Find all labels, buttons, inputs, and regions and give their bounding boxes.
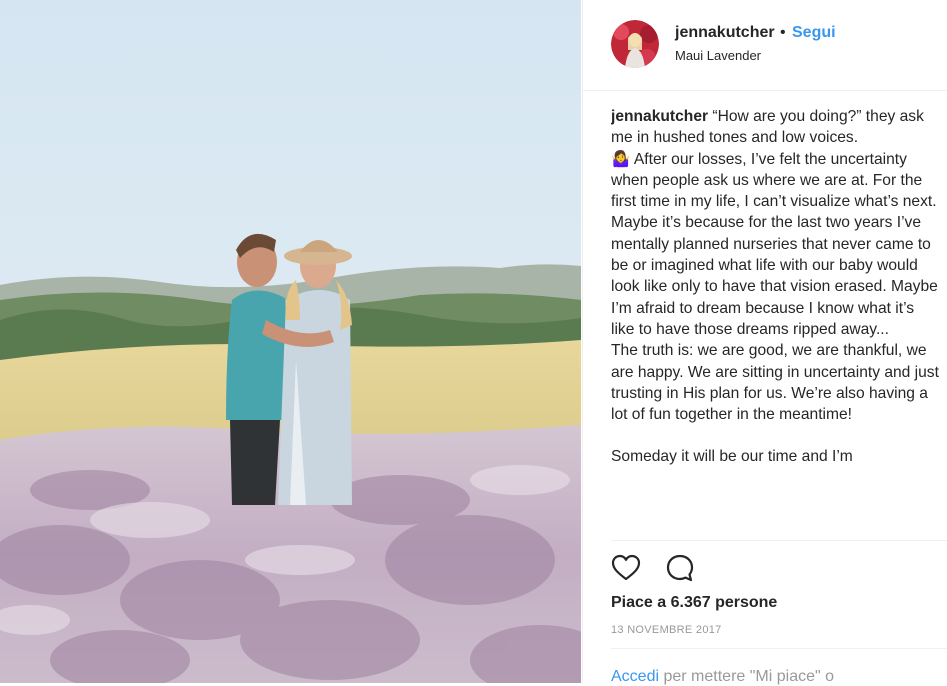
location-link[interactable]: Maui Lavender: [675, 48, 761, 63]
username-link[interactable]: jennakutcher: [675, 24, 775, 42]
caption-paragraph: 🤷‍♀️ After our losses, I’ve felt the unc…: [611, 150, 937, 211]
lavender-field-photo: [0, 0, 581, 683]
divider: [611, 540, 947, 541]
post-photo[interactable]: [0, 0, 581, 683]
separator-dot: •: [780, 24, 786, 41]
likes-count[interactable]: Piace a 6.367 persone: [611, 594, 777, 612]
post-header: jennakutcher • Segui Maui Lavender: [583, 0, 947, 91]
caption-username[interactable]: jennakutcher: [611, 108, 708, 125]
login-link[interactable]: Accedi: [611, 668, 659, 685]
caption: jennakutcher “How are you doing?” they a…: [611, 106, 941, 540]
follow-button[interactable]: Segui: [792, 24, 836, 42]
avatar-image: [611, 20, 659, 68]
caption-paragraph: Someday it will be our time and I’m: [611, 448, 853, 466]
login-prompt: Accedi per mettere "Mi piace" o: [611, 668, 834, 686]
caption-paragraph: Maybe it’s because for the last two year…: [611, 214, 938, 338]
post-panel: jennakutcher • Segui Maui Lavender jenna…: [582, 0, 947, 686]
post-date: 13 NOVEMBRE 2017: [611, 624, 722, 636]
heart-icon[interactable]: [611, 553, 641, 583]
action-bar: [611, 553, 715, 583]
comment-icon[interactable]: [665, 553, 695, 583]
caption-paragraph: jennakutcher “How are you doing?” they a…: [611, 106, 941, 149]
caption-paragraph: The truth is: we are good, we are thankf…: [611, 342, 939, 424]
login-text: per mettere "Mi piace" o: [659, 668, 835, 685]
divider: [611, 648, 947, 649]
avatar[interactable]: [611, 20, 659, 68]
